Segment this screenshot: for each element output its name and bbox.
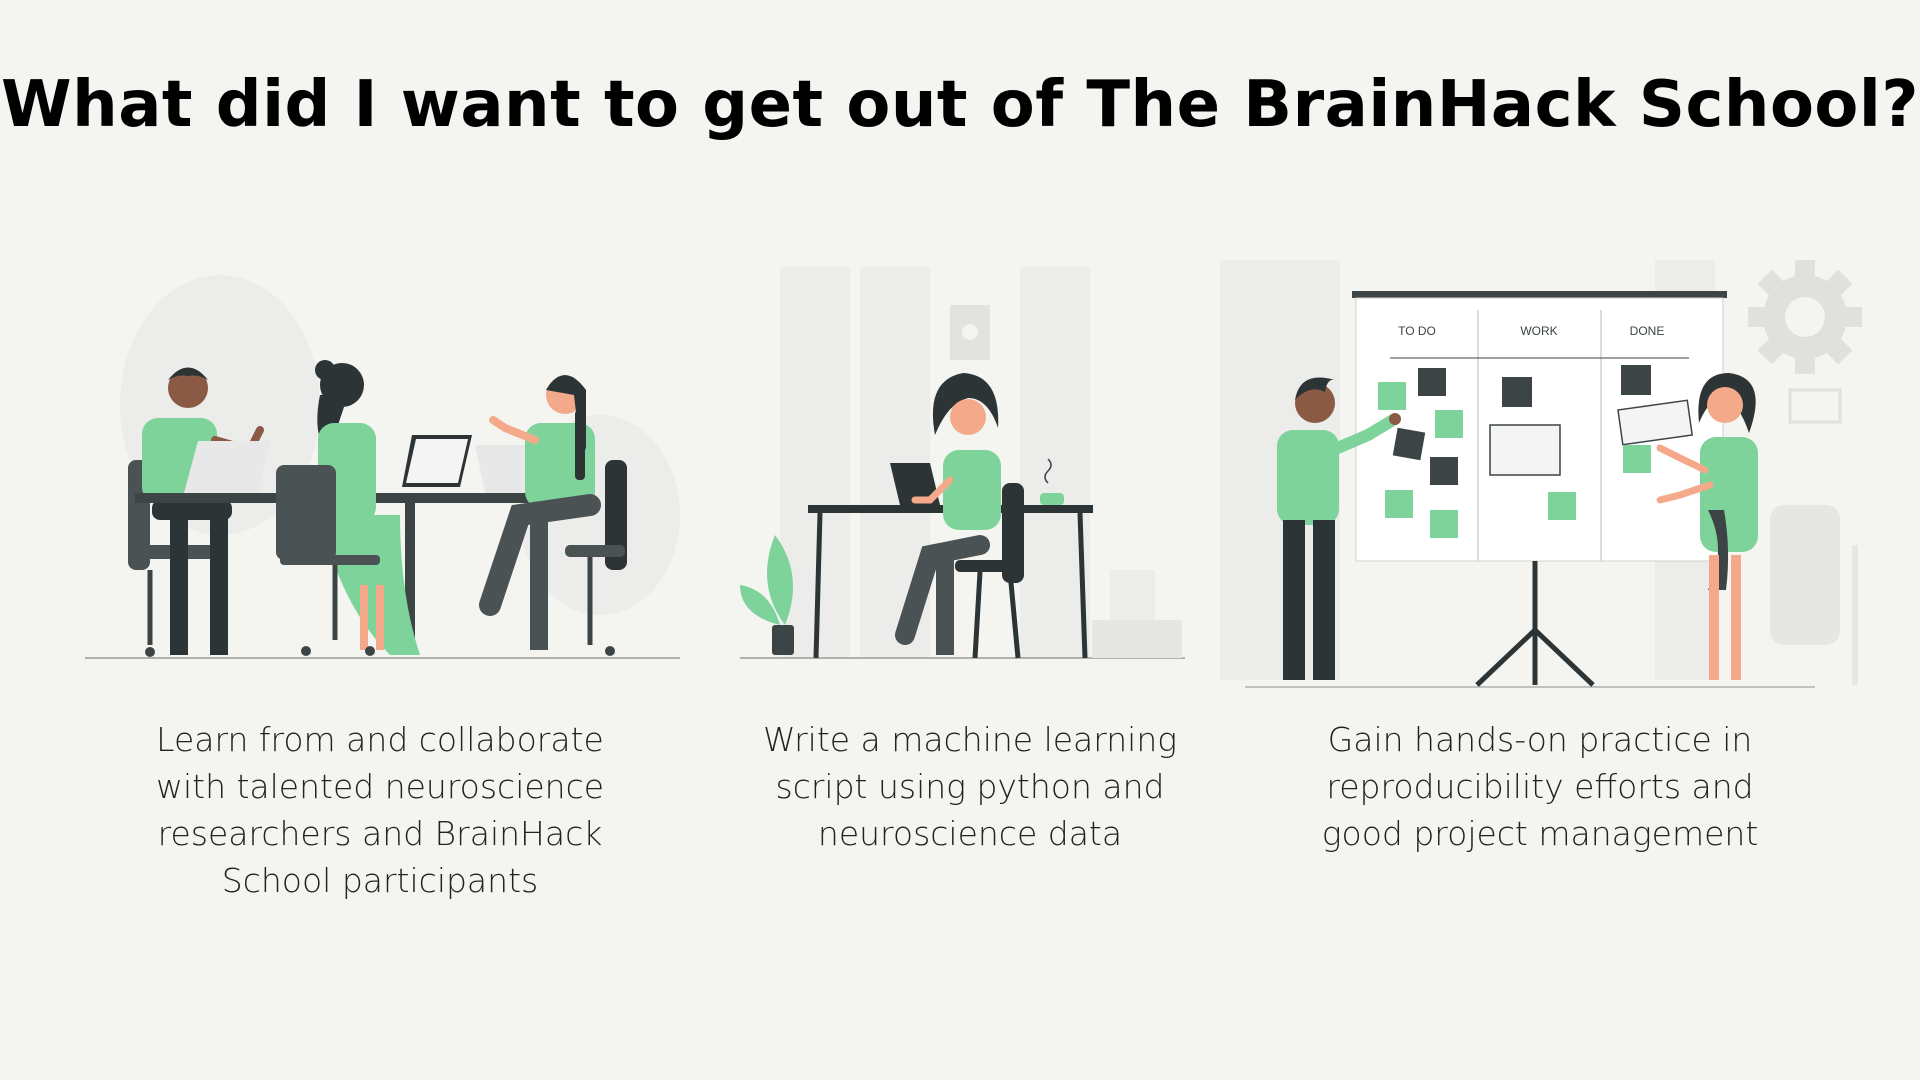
caption-line: School participants — [221, 861, 539, 900]
page-title: What did I want to get out of The BrainH… — [1, 68, 1919, 142]
caption-line: with talented neuroscience — [155, 767, 605, 806]
caption-line: Learn from and collaborate — [156, 720, 604, 759]
caption-line: Write a machine learning — [762, 720, 1178, 759]
kanban-board-illustration: TO DO WORK DONE — [1220, 260, 1862, 688]
caption-line: neuroscience data — [817, 814, 1123, 853]
desk-work-illustration — [740, 267, 1185, 659]
caption-line: script using python and — [775, 767, 1165, 806]
team-collaboration-illustration — [85, 275, 680, 659]
caption-line: researchers and BrainHack — [157, 814, 603, 853]
caption-project-management: Gain hands-on practice in reproducibilit… — [1260, 716, 1820, 857]
caption-line: reproducibility efforts and — [1326, 767, 1754, 806]
svg-text:WORK: WORK — [1520, 324, 1557, 338]
svg-text:DONE: DONE — [1630, 324, 1665, 338]
svg-text:TO DO: TO DO — [1398, 324, 1436, 338]
caption-line: Gain hands-on practice in — [1327, 720, 1753, 759]
caption-line: good project management — [1321, 814, 1759, 853]
gear-icon — [1748, 260, 1862, 374]
caption-machine-learning: Write a machine learning script using py… — [690, 716, 1250, 857]
caption-collaborate: Learn from and collaborate with talented… — [100, 716, 660, 904]
